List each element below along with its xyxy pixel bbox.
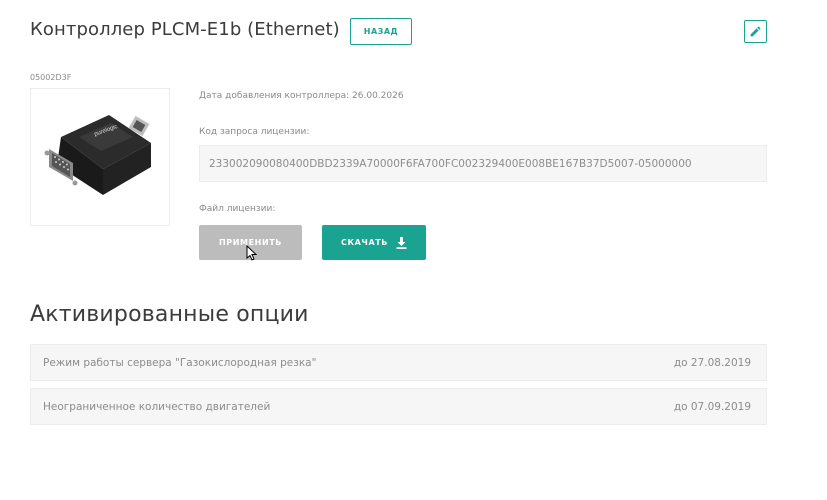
date-added-value: 26.00.2026 [352, 91, 404, 101]
option-until: до 07.09.2019 [673, 400, 751, 413]
controller-image: purelogic [30, 88, 170, 226]
option-name: Режим работы сервера "Газокислородная ре… [43, 356, 317, 369]
option-row: Неограниченное количество двигателей до … [30, 388, 767, 425]
pencil-icon [750, 26, 761, 37]
mouse-pointer-icon [246, 245, 257, 261]
license-request-label: Код запроса лицензии: [199, 127, 310, 137]
license-file-label: Файл лицензии: [199, 204, 276, 214]
edit-button[interactable] [744, 20, 767, 43]
option-name: Неограниченное количество двигателей [43, 400, 271, 413]
license-request-code[interactable]: 233002090080400DBD2339A70000F6FA700FC002… [199, 145, 767, 182]
activated-options-title: Активированные опции [30, 302, 309, 327]
date-added-label: Дата добавления контроллера: [199, 91, 350, 101]
option-row: Режим работы сервера "Газокислородная ре… [30, 344, 767, 381]
back-button[interactable]: НАЗАД [350, 18, 412, 45]
page-title: Контроллер PLCM-E1b (Ethernet) [30, 19, 340, 40]
date-added: Дата добавления контроллера: 26.00.2026 [199, 91, 404, 101]
option-until: до 27.08.2019 [673, 356, 751, 369]
download-button[interactable]: СКАЧАТЬ [322, 225, 426, 260]
download-button-label: СКАЧАТЬ [340, 238, 388, 247]
download-icon [396, 236, 407, 249]
controller-serial: 05002D3F [30, 73, 72, 82]
